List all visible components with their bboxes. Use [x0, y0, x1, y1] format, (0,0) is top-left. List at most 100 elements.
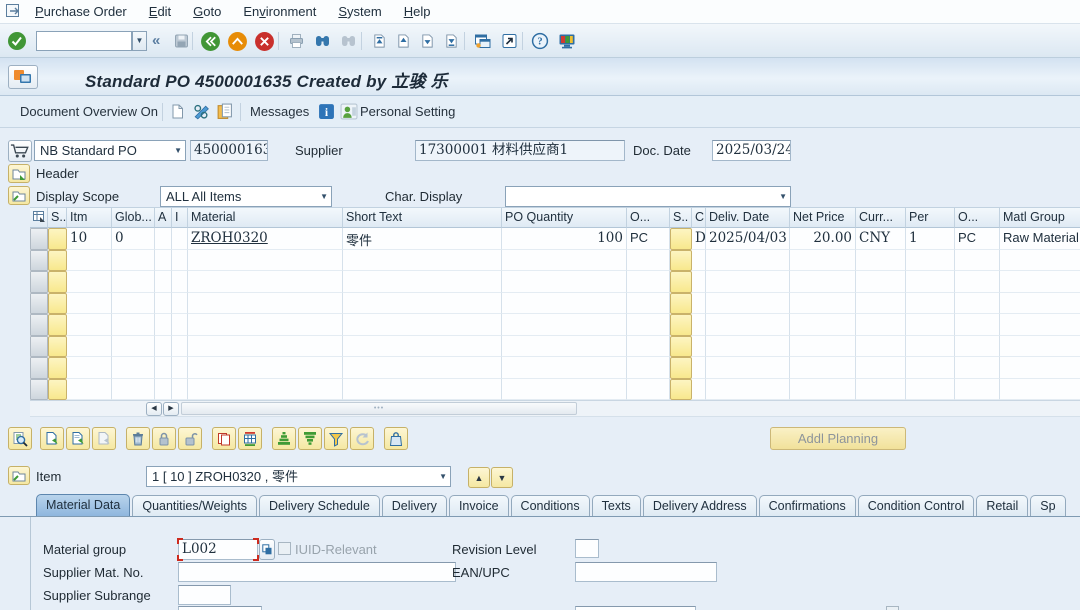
- column-header[interactable]: S..: [670, 207, 692, 228]
- supplier-field[interactable]: 17300001 材料供应商1: [415, 140, 625, 161]
- last-page-button[interactable]: [438, 30, 464, 52]
- dropdown-arrow-icon[interactable]: ▼: [320, 187, 328, 207]
- dropdown-arrow-icon[interactable]: ▼: [439, 467, 447, 487]
- column-header[interactable]: Curr...: [856, 207, 906, 228]
- doc-date-field[interactable]: 2025/03/24: [712, 140, 791, 161]
- column-header[interactable]: Glob...: [112, 207, 155, 228]
- header-section-label[interactable]: Header: [36, 166, 79, 181]
- item-status-cell-2[interactable]: [670, 314, 692, 336]
- tab-delivery-address[interactable]: Delivery Address: [643, 495, 757, 517]
- collapse-item-detail-icon[interactable]: [8, 466, 30, 485]
- item-status-cell-2[interactable]: [670, 293, 692, 315]
- tab-conditions[interactable]: Conditions: [511, 495, 590, 517]
- copy-item-button[interactable]: [40, 427, 64, 450]
- repeat-item-button[interactable]: [212, 427, 236, 450]
- item-status-cell-2[interactable]: [670, 357, 692, 379]
- partial-field-2[interactable]: [575, 606, 696, 610]
- copy-document-icon[interactable]: [216, 103, 233, 123]
- lock-item-button[interactable]: [152, 427, 176, 450]
- print-button[interactable]: [283, 30, 309, 52]
- i-cell[interactable]: [172, 228, 188, 250]
- duplicate-item-button[interactable]: [66, 427, 90, 450]
- column-header[interactable]: Deliv. Date: [706, 207, 790, 228]
- tab-delivery[interactable]: Delivery: [382, 495, 447, 517]
- po-number-field[interactable]: 4500001635: [190, 140, 268, 161]
- create-shortcut-button[interactable]: [496, 30, 522, 52]
- back-button[interactable]: [197, 30, 223, 52]
- column-header[interactable]: S..: [48, 207, 67, 228]
- addl-planning-button[interactable]: Addl Planning: [770, 427, 906, 450]
- tab-confirmations[interactable]: Confirmations: [759, 495, 856, 517]
- column-header[interactable]: I: [172, 207, 188, 228]
- sort-ascending-button[interactable]: [272, 427, 296, 450]
- tab-partial[interactable]: Sp: [1030, 495, 1065, 517]
- revision-level-field[interactable]: [575, 539, 599, 558]
- find-button[interactable]: [309, 30, 335, 52]
- command-dropdown-icon[interactable]: ▼: [132, 31, 147, 51]
- menu-purchase-order[interactable]: Purchase Order: [24, 0, 138, 23]
- scrollbar-thumb[interactable]: •••: [181, 402, 577, 415]
- sort-descending-button[interactable]: [298, 427, 322, 450]
- column-header[interactable]: Material: [188, 207, 343, 228]
- column-header[interactable]: Itm: [67, 207, 112, 228]
- column-header[interactable]: Net Price: [790, 207, 856, 228]
- create-document-icon[interactable]: [170, 103, 185, 123]
- row-select-cell[interactable]: [30, 357, 48, 379]
- help-button[interactable]: ?: [527, 30, 553, 52]
- column-header[interactable]: A: [155, 207, 172, 228]
- item-status-cell[interactable]: [48, 271, 67, 293]
- display-change-icon[interactable]: [192, 103, 212, 123]
- a-cell[interactable]: [155, 228, 172, 250]
- table-layout-icon[interactable]: [30, 207, 48, 228]
- enter-button[interactable]: [4, 30, 30, 52]
- row-select-cell[interactable]: [30, 293, 48, 315]
- menu-edit[interactable]: Edit: [138, 0, 182, 23]
- currency-cell[interactable]: CNY: [856, 228, 906, 250]
- scroll-left-button[interactable]: ◀: [146, 402, 162, 416]
- row-select-cell[interactable]: [30, 250, 48, 272]
- column-header[interactable]: C: [692, 207, 706, 228]
- item-status-cell[interactable]: [48, 314, 67, 336]
- filter-button[interactable]: [324, 427, 348, 450]
- transaction-icon[interactable]: [8, 65, 38, 89]
- supplier-mat-no-field[interactable]: [178, 562, 456, 582]
- item-status-cell-2[interactable]: [670, 228, 692, 250]
- tab-texts[interactable]: Texts: [592, 495, 641, 517]
- column-header[interactable]: Short Text: [343, 207, 502, 228]
- menu-environment[interactable]: Environment: [232, 0, 327, 23]
- matl-group-cell[interactable]: Raw Material: [1000, 228, 1080, 250]
- material-group-field[interactable]: L002: [178, 539, 258, 560]
- new-session-button[interactable]: [470, 30, 496, 52]
- ean-upc-field[interactable]: [575, 562, 717, 582]
- tab-material-data[interactable]: Material Data: [36, 494, 130, 517]
- column-header[interactable]: O...: [955, 207, 1000, 228]
- supplier-subrange-field[interactable]: [178, 585, 231, 605]
- tab-delivery-schedule[interactable]: Delivery Schedule: [259, 495, 380, 517]
- per-cell[interactable]: 1: [906, 228, 955, 250]
- tab-quantities-weights[interactable]: Quantities/Weights: [132, 495, 257, 517]
- material-group-search-help-button[interactable]: [259, 539, 275, 560]
- exit-button[interactable]: [224, 30, 250, 52]
- tab-condition-control[interactable]: Condition Control: [858, 495, 975, 517]
- partial-field-1[interactable]: [178, 606, 262, 610]
- row-select-cell[interactable]: [30, 336, 48, 358]
- unlock-item-button[interactable]: [178, 427, 202, 450]
- column-header[interactable]: Per: [906, 207, 955, 228]
- cart-transfer-button[interactable]: [384, 427, 408, 450]
- next-page-button[interactable]: [414, 30, 440, 52]
- document-overview-button[interactable]: Document Overview On: [20, 104, 158, 119]
- order-type-select[interactable]: NB Standard PO▼: [34, 140, 186, 161]
- item-status-cell-2[interactable]: [670, 336, 692, 358]
- dropdown-arrow-icon[interactable]: ▼: [779, 187, 787, 207]
- customize-layout-button[interactable]: [554, 30, 580, 52]
- expand-header-icon[interactable]: [8, 164, 30, 183]
- previous-item-button[interactable]: ▲: [468, 467, 490, 488]
- personal-setting-button[interactable]: Personal Setting: [360, 104, 455, 119]
- short-text-cell[interactable]: 零件: [343, 228, 502, 250]
- char-display-select[interactable]: ▼: [505, 186, 791, 207]
- item-status-cell[interactable]: [48, 357, 67, 379]
- personal-setting-icon[interactable]: [340, 103, 358, 123]
- previous-page-button[interactable]: [390, 30, 416, 52]
- menu-goto[interactable]: Goto: [182, 0, 232, 23]
- column-header[interactable]: Matl Group: [1000, 207, 1080, 228]
